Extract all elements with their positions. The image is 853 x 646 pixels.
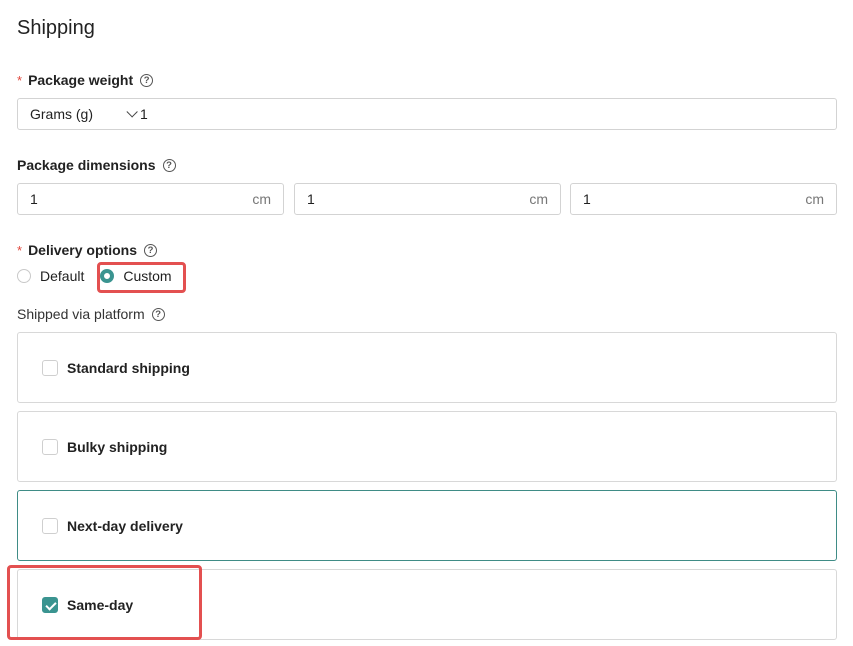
shipping-option-standard[interactable]: Standard shipping [17,332,837,403]
shipping-option-label: Standard shipping [67,359,190,376]
delivery-options-label: * Delivery options ? [17,242,157,258]
shipped-via-platform-label: Shipped via platform ? [17,306,165,322]
dimension-width-input[interactable]: 1 cm [294,183,561,215]
package-weight-label-text: Package weight [28,72,134,88]
shipping-option-label: Bulky shipping [67,438,168,455]
package-weight-field: Grams (g) 1 [17,98,837,130]
help-icon[interactable]: ? [162,158,176,172]
dimension-unit: cm [529,191,548,207]
help-icon[interactable]: ? [143,243,157,257]
delivery-options-label-text: Delivery options [28,242,137,258]
required-mark: * [17,72,23,88]
dimension-length-input[interactable]: 1 cm [17,183,284,215]
required-mark: * [17,242,23,258]
package-dimensions-label-text: Package dimensions [17,157,156,173]
weight-unit-select[interactable]: Grams (g) [18,106,140,122]
dimension-unit: cm [252,191,271,207]
radio-default[interactable] [17,269,31,283]
dimension-value: 1 [583,191,591,207]
radio-default-label: Default [40,268,85,284]
checkbox-standard-shipping[interactable] [42,359,58,376]
help-icon[interactable]: ? [151,307,165,321]
help-icon[interactable]: ? [140,73,154,87]
dimension-height-input[interactable]: 1 cm [570,183,837,215]
shipping-option-label: Next-day delivery [67,517,183,534]
checkbox-bulky-shipping[interactable] [42,438,58,455]
radio-option-default[interactable]: Default [17,268,84,284]
weight-unit-value: Grams (g) [30,106,93,122]
page-title: Shipping [17,17,95,39]
checkbox-next-day-delivery[interactable] [42,517,58,534]
package-weight-label: * Package weight ? [17,72,154,88]
shipping-option-bulky[interactable]: Bulky shipping [17,411,837,482]
highlight-same-day-option [7,565,202,640]
chevron-down-icon [126,106,138,118]
shipped-via-platform-label-text: Shipped via platform [17,306,145,322]
highlight-custom-option [97,262,186,293]
dimension-value: 1 [30,191,38,207]
package-dimensions-label: Package dimensions ? [17,157,176,173]
dimension-value: 1 [307,191,315,207]
weight-input[interactable]: 1 [140,106,148,122]
dimension-unit: cm [805,191,824,207]
shipping-option-next-day[interactable]: Next-day delivery [17,490,837,561]
